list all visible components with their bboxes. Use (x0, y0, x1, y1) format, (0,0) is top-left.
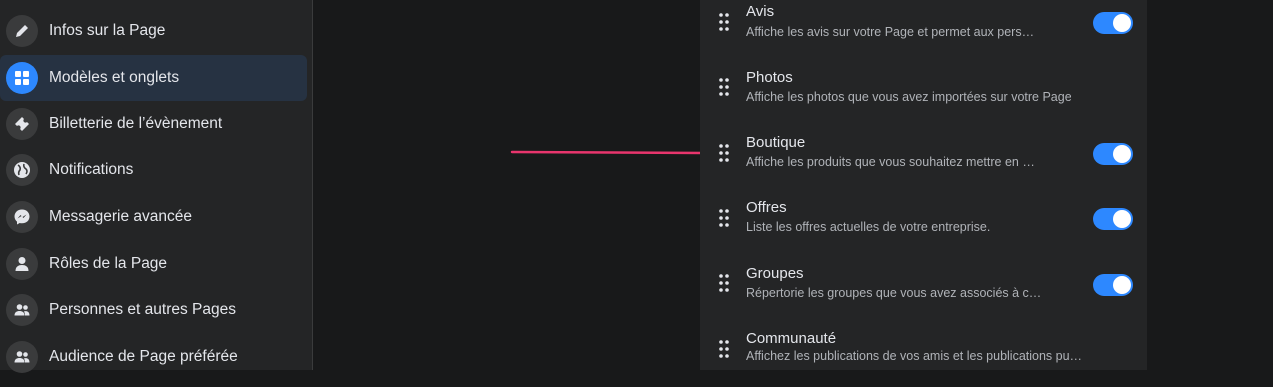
toggle-switch[interactable] (1093, 12, 1133, 34)
toggle-knob (1113, 145, 1131, 163)
tab-row-reviews: Avis Affiche les avis sur votre Page et … (700, 0, 1147, 60)
sidebar-item-label: Messagerie avancée (49, 208, 193, 225)
drag-handle-icon[interactable] (718, 143, 730, 163)
tab-row-offers: Offres Liste les offres actuelles de vot… (700, 196, 1147, 256)
sidebar-item-advanced-messaging[interactable]: Messagerie avancée (0, 194, 307, 240)
toggle-switch[interactable] (1093, 208, 1133, 230)
people-icon (6, 341, 38, 373)
tab-title: Photos (746, 69, 793, 86)
sidebar-item-people-other-pages[interactable]: Personnes et autres Pages (0, 287, 307, 333)
tab-description: Répertorie les groupes que vous avez ass… (746, 286, 1042, 300)
sidebar-item-label: Infos sur la Page (49, 22, 166, 39)
sidebar-item-label: Modèles et onglets (49, 69, 180, 86)
toggle-switch[interactable] (1093, 274, 1133, 296)
people-icon (6, 294, 38, 326)
tab-description: Affiche les photos que vous avez importé… (746, 90, 1071, 104)
grid-icon (6, 62, 38, 94)
drag-handle-icon[interactable] (718, 273, 730, 293)
sidebar-item-page-info[interactable]: Infos sur la Page (0, 8, 307, 54)
tab-title: Offres (746, 199, 787, 216)
drag-handle-icon[interactable] (718, 12, 730, 32)
toggle-switch[interactable] (1093, 143, 1133, 165)
tab-title: Groupes (746, 265, 804, 282)
tab-row-shop: Boutique Affiche les produits que vous s… (700, 131, 1147, 191)
tab-description: Affiche les avis sur votre Page et perme… (746, 25, 1035, 39)
sidebar-item-label: Billetterie de l’évènement (49, 115, 223, 132)
drag-handle-icon[interactable] (718, 77, 730, 97)
sidebar-item-page-roles[interactable]: Rôles de la Page (0, 241, 307, 287)
drag-handle-icon[interactable] (718, 208, 730, 228)
settings-sidebar: Infos sur la Page Modèles et onglets Bil… (0, 0, 313, 373)
tab-title: Avis (746, 3, 775, 20)
sidebar-item-label: Notifications (49, 161, 134, 178)
person-icon (6, 248, 38, 280)
toggle-knob (1113, 276, 1131, 294)
sidebar-item-label: Audience de Page préférée (49, 348, 238, 365)
pencil-icon (6, 15, 38, 47)
sidebar-item-preferred-audience[interactable]: Audience de Page préférée (0, 334, 307, 380)
tab-description: Affiche les produits que vous souhaitez … (746, 155, 1035, 169)
tab-description: Liste les offres actuelles de votre entr… (746, 220, 991, 234)
sidebar-item-label: Rôles de la Page (49, 255, 168, 272)
globe-icon (6, 154, 38, 186)
messenger-icon (6, 201, 38, 233)
sidebar-item-label: Personnes et autres Pages (49, 301, 236, 318)
sidebar-item-event-ticketing[interactable]: Billetterie de l’évènement (0, 101, 307, 147)
ticket-icon (6, 108, 38, 140)
tab-row-groups: Groupes Répertorie les groupes que vous … (700, 262, 1147, 322)
drag-handle-icon[interactable] (718, 339, 730, 359)
tab-row-community: Communauté Affichez les publications de … (700, 327, 1147, 387)
tab-title: Boutique (746, 134, 806, 151)
toggle-knob (1113, 14, 1131, 32)
tab-description: Affichez les publications de vos amis et… (746, 349, 1083, 363)
toggle-knob (1113, 210, 1131, 228)
tab-title: Communauté (746, 330, 837, 347)
sidebar-item-templates-tabs[interactable]: Modèles et onglets (0, 55, 307, 101)
tab-row-photos: Photos Affiche les photos que vous avez … (700, 66, 1147, 126)
sidebar-item-notifications[interactable]: Notifications (0, 147, 307, 193)
tabs-list-panel: Avis Affiche les avis sur votre Page et … (700, 0, 1147, 370)
